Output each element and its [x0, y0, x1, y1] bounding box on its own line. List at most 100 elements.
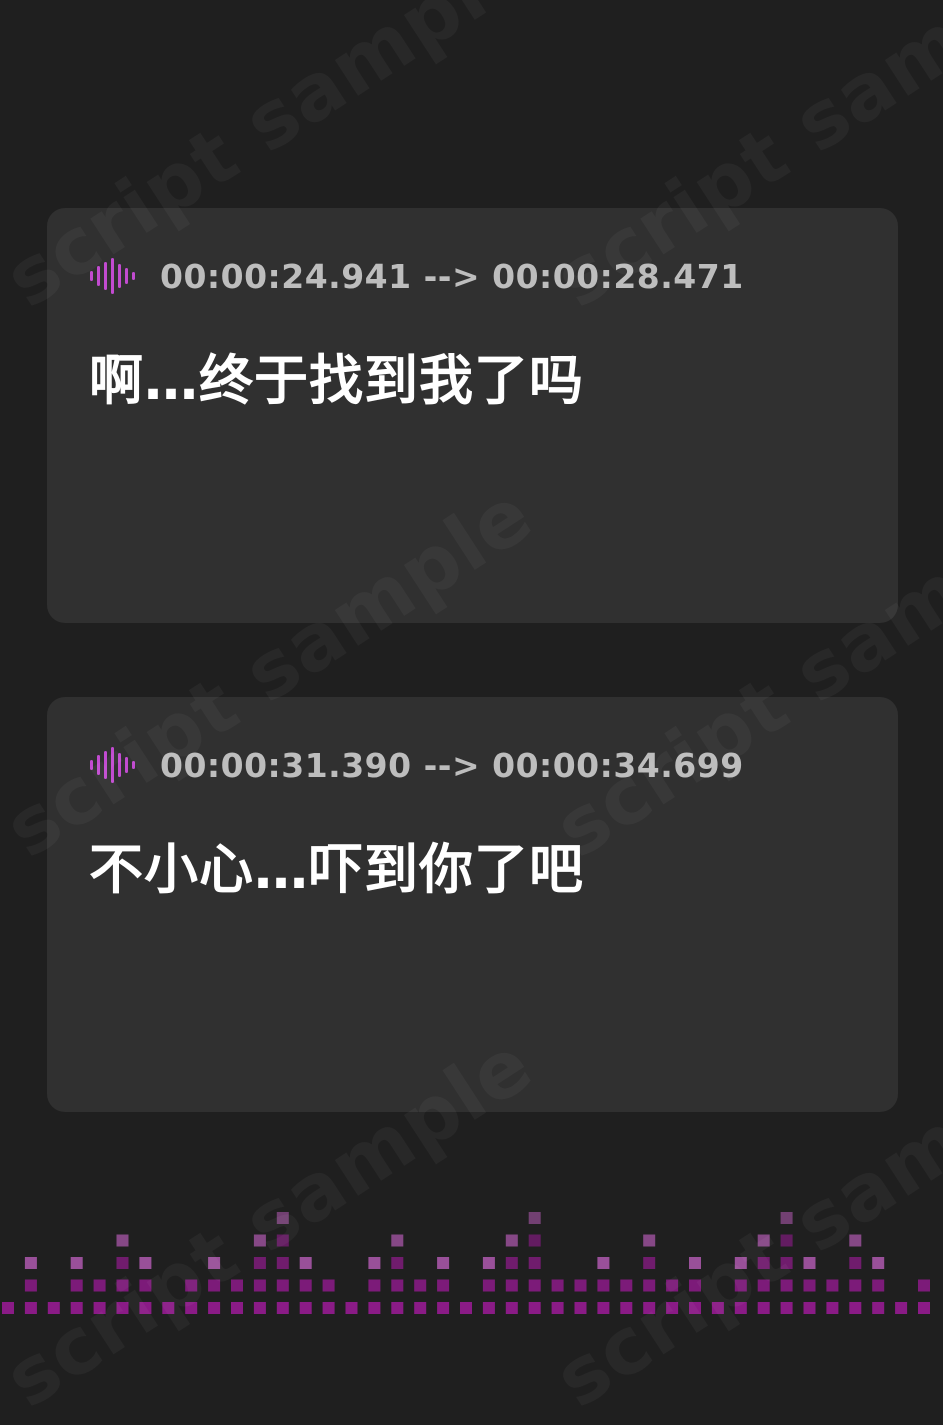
equalizer-block	[24, 1257, 37, 1269]
equalizer-block	[368, 1279, 381, 1292]
equalizer-block	[689, 1279, 701, 1292]
equalizer-block	[24, 1279, 37, 1292]
equalizer-block	[253, 1257, 266, 1269]
equalizer-block	[139, 1302, 152, 1314]
audio-wave-icon	[90, 747, 135, 783]
equalizer-block	[826, 1302, 839, 1314]
equalizer-block	[849, 1234, 862, 1247]
equalizer-block	[849, 1302, 862, 1314]
equalizer-block	[803, 1279, 816, 1292]
equalizer-block	[208, 1257, 221, 1269]
subtitle-cue-card-1: 00:00:24.941 --> 00:00:28.471 啊…终于找到我了吗	[47, 208, 898, 623]
equalizer-block	[872, 1279, 885, 1292]
equalizer-block	[757, 1302, 770, 1314]
equalizer-block	[643, 1302, 656, 1314]
equalizer-block	[368, 1302, 381, 1314]
equalizer-block	[620, 1279, 633, 1292]
equalizer-block	[528, 1279, 541, 1292]
equalizer-decoration	[2, 1212, 930, 1314]
equalizer-block	[299, 1279, 312, 1292]
equalizer-block	[780, 1279, 793, 1292]
equalizer-block	[116, 1279, 129, 1292]
equalizer-block	[689, 1302, 701, 1314]
equalizer-block	[803, 1257, 816, 1269]
equalizer-block	[253, 1279, 266, 1292]
equalizer-block	[528, 1257, 541, 1269]
equalizer-block	[643, 1257, 656, 1269]
audio-wave-icon	[90, 258, 135, 294]
equalizer-block	[345, 1302, 358, 1314]
equalizer-block	[299, 1257, 312, 1269]
cue-header: 00:00:24.941 --> 00:00:28.471	[89, 257, 744, 296]
equalizer-block	[276, 1212, 289, 1224]
equalizer-block	[780, 1302, 793, 1314]
equalizer-block	[918, 1279, 930, 1292]
equalizer-block	[482, 1257, 495, 1269]
equalizer-block	[116, 1302, 129, 1314]
equalizer-block	[460, 1302, 472, 1314]
equalizer-block	[391, 1302, 404, 1314]
equalizer-block	[47, 1302, 60, 1314]
equalizer-block	[597, 1302, 610, 1314]
equalizer-block	[551, 1279, 564, 1292]
subtitle-cue-card-2: 00:00:31.390 --> 00:00:34.699 不小心…吓到你了吧	[47, 697, 898, 1112]
equalizer-block	[711, 1302, 724, 1314]
equalizer-block	[505, 1302, 518, 1314]
equalizer-block	[505, 1279, 518, 1292]
equalizer-block	[116, 1234, 129, 1247]
equalizer-block	[70, 1279, 83, 1292]
cue-timestamp: 00:00:31.390 --> 00:00:34.699	[160, 745, 744, 785]
equalizer-block	[368, 1257, 381, 1269]
equalizer-block	[872, 1257, 885, 1269]
cue-subtitle-text: 啊…终于找到我了吗	[89, 349, 584, 412]
equalizer-block	[597, 1257, 610, 1269]
equalizer-block	[208, 1302, 221, 1314]
equalizer-block	[391, 1279, 404, 1292]
equalizer-block	[574, 1302, 587, 1314]
equalizer-block	[391, 1257, 404, 1269]
equalizer-block	[299, 1302, 312, 1314]
equalizer-block	[2, 1302, 14, 1314]
equalizer-block	[505, 1257, 518, 1269]
equalizer-block	[322, 1279, 335, 1292]
equalizer-block	[597, 1279, 610, 1292]
equalizer-block	[528, 1234, 541, 1247]
equalizer-block	[734, 1302, 747, 1314]
equalizer-block	[139, 1257, 152, 1269]
equalizer-block	[849, 1279, 862, 1292]
equalizer-block	[231, 1302, 243, 1314]
equalizer-block	[70, 1257, 83, 1269]
equalizer-block	[643, 1279, 656, 1292]
equalizer-block	[643, 1234, 656, 1247]
cue-subtitle-text: 不小心…吓到你了吧	[89, 838, 584, 901]
equalizer-block	[757, 1234, 770, 1247]
equalizer-block	[253, 1302, 266, 1314]
equalizer-block	[849, 1257, 862, 1269]
equalizer-block	[620, 1302, 633, 1314]
equalizer-block	[276, 1279, 289, 1292]
equalizer-block	[826, 1279, 839, 1292]
equalizer-block	[70, 1302, 83, 1314]
equalizer-block	[391, 1234, 404, 1247]
equalizer-block	[185, 1279, 198, 1292]
equalizer-block	[780, 1212, 793, 1224]
equalizer-block	[253, 1234, 266, 1247]
equalizer-block	[734, 1257, 747, 1269]
equalizer-block	[231, 1279, 243, 1292]
equalizer-block	[482, 1279, 495, 1292]
equalizer-block	[162, 1302, 175, 1314]
equalizer-block	[689, 1257, 701, 1269]
equalizer-block	[734, 1279, 747, 1292]
equalizer-block	[666, 1279, 679, 1292]
equalizer-block	[276, 1257, 289, 1269]
equalizer-block	[276, 1234, 289, 1247]
equalizer-block	[528, 1212, 541, 1224]
equalizer-block	[666, 1302, 679, 1314]
equalizer-block	[757, 1257, 770, 1269]
equalizer-block	[780, 1234, 793, 1247]
equalizer-block	[414, 1302, 427, 1314]
equalizer-block	[803, 1302, 816, 1314]
equalizer-block	[872, 1302, 885, 1314]
equalizer-block	[24, 1302, 37, 1314]
equalizer-block	[918, 1302, 930, 1314]
